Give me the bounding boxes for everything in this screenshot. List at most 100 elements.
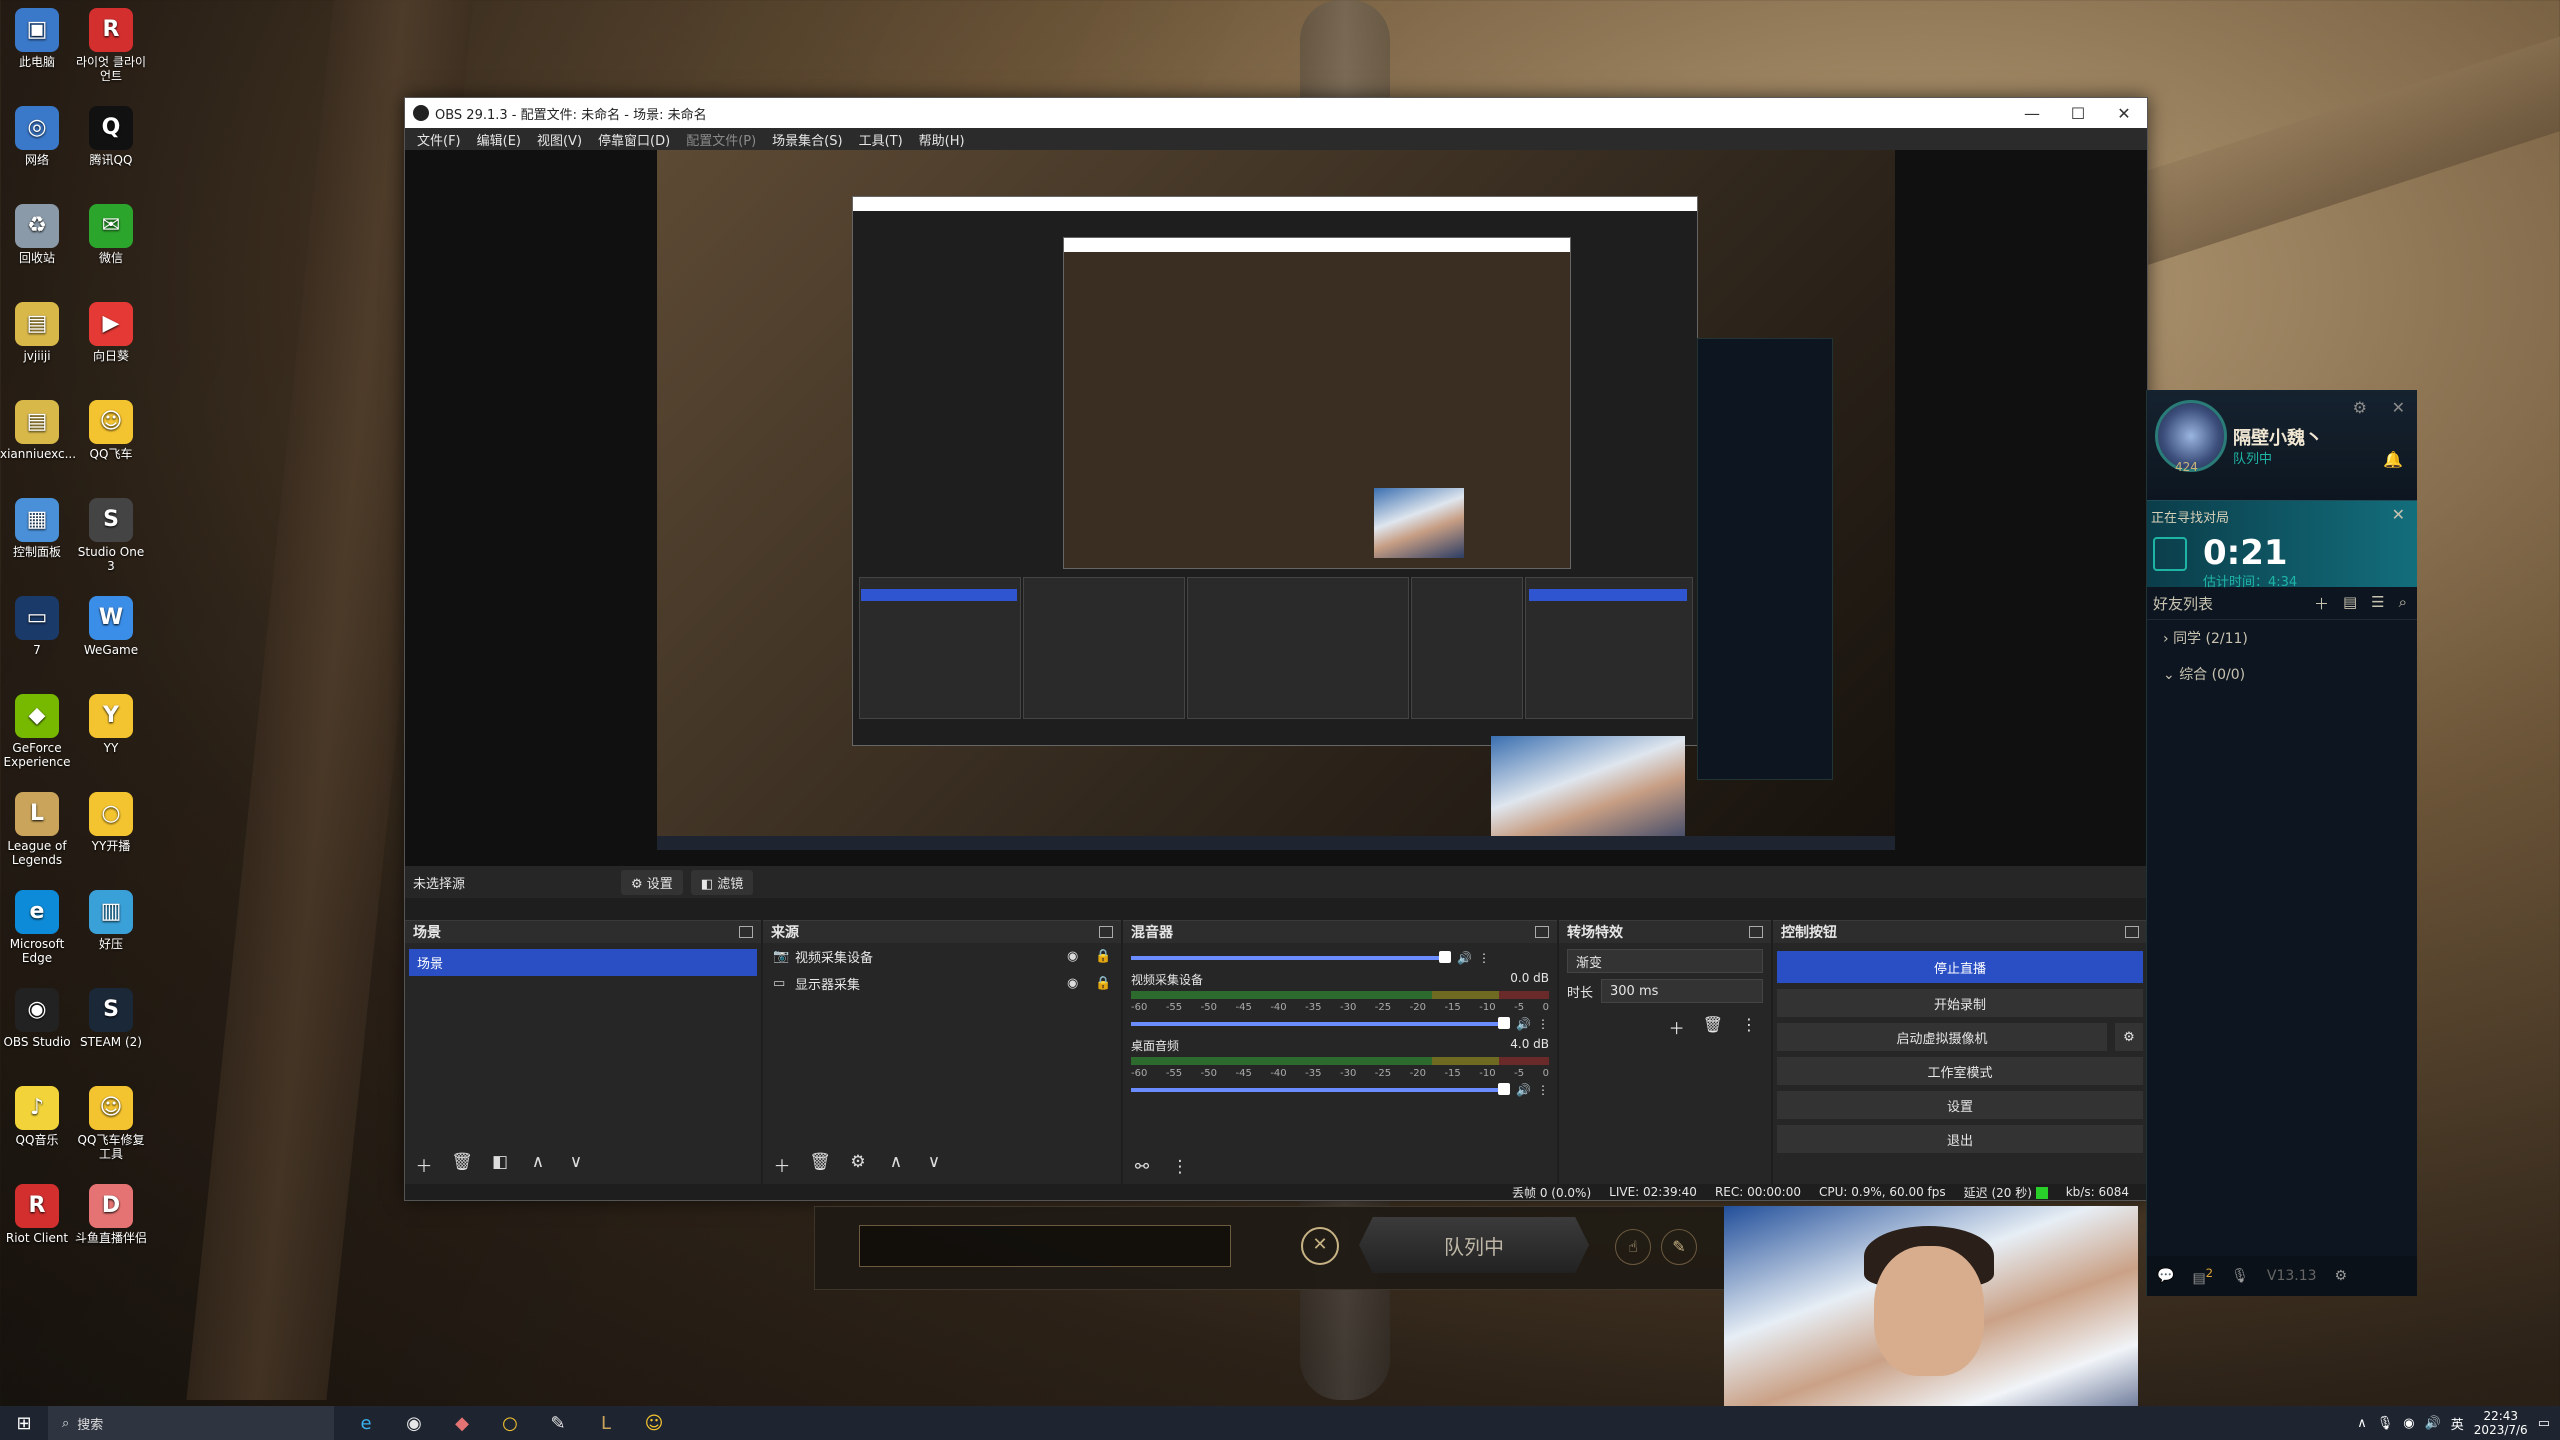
desktop-icon[interactable]: ▤ jvjiiji [0, 302, 74, 363]
mic-icon[interactable]: 🎙 [2231, 1268, 2249, 1284]
desktop-icon[interactable]: ✉ 微信 [74, 204, 148, 265]
menu-file[interactable]: 文件(F) [417, 130, 461, 149]
undock-icon[interactable] [739, 926, 753, 938]
menu-edit[interactable]: 编辑(E) [477, 130, 521, 149]
delete-icon[interactable]: 🗑 [1703, 1015, 1723, 1039]
network-icon[interactable]: ◉ [2403, 1416, 2414, 1431]
yy-icon[interactable]: ○ [496, 1413, 524, 1434]
move-down-icon[interactable]: ∨ [921, 1152, 947, 1177]
desktop-icon[interactable]: ◉ OBS Studio [0, 988, 74, 1049]
move-up-icon[interactable]: ∧ [883, 1152, 909, 1177]
close-icon[interactable]: ✕ [2392, 398, 2405, 417]
gear-icon[interactable]: ⚙ [2353, 398, 2367, 417]
desktop-icon[interactable]: ▣ 此电脑 [0, 8, 74, 69]
gear-icon[interactable]: ⚙ [845, 1152, 871, 1177]
delete-icon[interactable]: 🗑 [449, 1152, 475, 1177]
chat-icon[interactable]: 💬 [2157, 1268, 2174, 1284]
desktop-icon[interactable]: S STEAM (2) [74, 988, 148, 1049]
volume-slider[interactable] [1131, 1017, 1511, 1029]
speaker-icon[interactable]: 🔊 [1457, 951, 1472, 965]
desktop-icon[interactable]: S Studio One 3 [74, 498, 148, 573]
eye-icon[interactable]: ◉ [1067, 949, 1083, 964]
desktop-icon[interactable]: ▤ xianniuexc... [0, 400, 76, 461]
more-icon[interactable]: ⋮ [1478, 951, 1490, 965]
obs-preview[interactable] [405, 150, 2147, 866]
add-friend-icon[interactable]: ＋ [2314, 593, 2329, 614]
desktop-icon[interactable]: ○ YY开播 [74, 792, 148, 853]
missions-icon[interactable]: ▤2 [2192, 1266, 2213, 1287]
desktop-icon[interactable]: W WeGame [74, 596, 148, 657]
more-icon[interactable]: ⋮ [1537, 1083, 1549, 1097]
source-item[interactable]: ▭ 显示器采集 ◉ 🔒 [763, 970, 1121, 997]
undock-icon[interactable] [1749, 926, 1763, 938]
move-down-icon[interactable]: ∨ [563, 1152, 589, 1177]
more-icon[interactable]: ⋮ [1167, 1157, 1193, 1177]
obs-icon[interactable]: ◉ [400, 1413, 428, 1434]
link-icon[interactable]: ⚯ [1129, 1157, 1155, 1177]
menu-tools[interactable]: 工具(T) [859, 130, 903, 149]
move-up-icon[interactable]: ∧ [525, 1152, 551, 1177]
menu-docks[interactable]: 停靠窗口(D) [598, 130, 670, 149]
studio-one-icon[interactable]: ✎ [544, 1413, 572, 1434]
queue-status-button[interactable]: 队列中 [1359, 1217, 1589, 1273]
desktop-icon[interactable]: Y YY [74, 694, 148, 755]
desktop-icon[interactable]: e Microsoft Edge [0, 890, 74, 965]
bell-icon[interactable]: 🔔 [2383, 450, 2403, 469]
mic-icon[interactable]: 🎙 [2377, 1416, 2394, 1431]
search-icon[interactable]: ⌕ [2399, 593, 2407, 614]
desktop-icon[interactable]: ▦ 控制面板 [0, 498, 74, 559]
desktop-icon[interactable]: ☺ QQ飞车 [74, 400, 148, 461]
league-icon[interactable]: L [592, 1413, 620, 1434]
delete-icon[interactable]: 🗑 [807, 1152, 833, 1177]
source-filters-button[interactable]: ◧ 滤镜 [690, 869, 754, 895]
desktop-icon[interactable]: ◎ 网络 [0, 106, 74, 167]
source-settings-button[interactable]: ⚙ 设置 [621, 869, 683, 895]
clock[interactable]: 22:43 2023/7/6 [2474, 1409, 2528, 1437]
windows-start-icon[interactable]: ⊞ [0, 1413, 48, 1434]
close-button[interactable]: ✕ [2101, 98, 2147, 128]
volume-slider[interactable] [1131, 1083, 1511, 1095]
filter-icon[interactable]: ◧ [487, 1152, 513, 1177]
menu-profile[interactable]: 配置文件(P) [686, 130, 756, 149]
exit-button[interactable]: 退出 [1777, 1125, 2143, 1153]
chevron-up-icon[interactable]: ∧ [2357, 1416, 2367, 1431]
notification-icon[interactable]: ▭ [2538, 1416, 2550, 1431]
undock-icon[interactable] [1535, 926, 1549, 938]
desktop-icon[interactable]: ▶ 向日葵 [74, 302, 148, 363]
duration-input[interactable]: 300 ms [1601, 979, 1763, 1003]
desktop-icon[interactable]: ☺ QQ飞车修复工具 [74, 1086, 148, 1161]
folder-icon[interactable]: ▤ [2343, 593, 2357, 614]
source-item[interactable]: 📷 视频采集设备 ◉ 🔒 [763, 943, 1121, 970]
edit-icon[interactable]: ✎ [1661, 1229, 1697, 1265]
volume-slider[interactable] [1131, 951, 1451, 963]
start-recording-button[interactable]: 开始录制 [1777, 989, 2143, 1017]
cancel-queue-button[interactable]: ✕ [1301, 1227, 1339, 1265]
settings-button[interactable]: 设置 [1777, 1091, 2143, 1119]
ime-indicator[interactable]: 英 [2451, 1414, 2464, 1433]
friend-group[interactable]: › 同学 (2/11) [2147, 620, 2417, 656]
undock-icon[interactable] [1099, 926, 1113, 938]
undock-icon[interactable] [2125, 926, 2139, 938]
chat-input[interactable] [859, 1225, 1231, 1267]
lock-icon[interactable]: 🔒 [1095, 949, 1111, 964]
desktop-icon[interactable]: ♪ QQ音乐 [0, 1086, 74, 1147]
minimize-button[interactable]: — [2009, 98, 2055, 128]
desktop-icon[interactable]: ♻ 回收站 [0, 204, 74, 265]
taskbar-search[interactable]: ⌕ 搜索 [48, 1406, 334, 1440]
add-icon[interactable]: ＋ [769, 1152, 795, 1177]
menu-view[interactable]: 视图(V) [537, 130, 582, 149]
gear-icon[interactable]: ⚙ [2115, 1023, 2143, 1051]
desktop-icon[interactable]: ▭ 7 [0, 596, 74, 657]
speaker-icon[interactable]: 🔊 [1516, 1083, 1531, 1097]
desktop-icon[interactable]: L League of Legends [0, 792, 74, 867]
friend-group[interactable]: ⌄ 综合 (0/0) [2147, 656, 2417, 692]
stop-streaming-button[interactable]: 停止直播 [1777, 951, 2143, 983]
desktop-icon[interactable]: R 라이엇 클라이언트 [74, 8, 148, 83]
desktop-icon[interactable]: ▥ 好压 [74, 890, 148, 951]
list-icon[interactable]: ☰ [2371, 593, 2384, 614]
menu-help[interactable]: 帮助(H) [919, 130, 965, 149]
speaker-icon[interactable]: 🔊 [1516, 1017, 1531, 1031]
help-icon[interactable]: ⚙ [2335, 1268, 2348, 1284]
desktop-icon[interactable]: Q 腾讯QQ [74, 106, 148, 167]
more-icon[interactable]: ⋮ [1741, 1015, 1757, 1039]
